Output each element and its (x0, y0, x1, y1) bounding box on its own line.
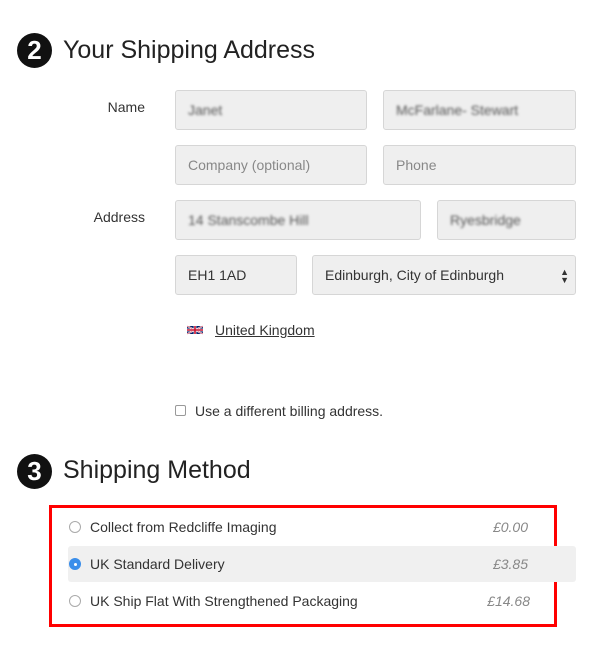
city-input[interactable]: Ryesbridge (437, 200, 576, 240)
street-input[interactable]: 14 Stanscombe Hill (175, 200, 421, 240)
uk-flag-icon (187, 325, 203, 335)
section-title: Shipping Method (63, 456, 251, 484)
radio-button[interactable] (69, 521, 81, 533)
first-name-input[interactable]: Janet (175, 90, 367, 130)
option-price: £3.85 (492, 556, 528, 572)
first-name-value: Janet (188, 102, 223, 118)
select-arrows-icon: ▲ ▼ (560, 267, 569, 285)
option-price: £14.68 (487, 593, 530, 609)
step-number-badge: 3 (17, 454, 52, 489)
address-label: Address (93, 209, 145, 225)
city-value: Ryesbridge (450, 212, 521, 228)
company-placeholder: Company (optional) (188, 157, 311, 173)
country-link[interactable]: United Kingdom (215, 322, 315, 338)
postcode-input[interactable]: EH1 1AD (175, 255, 297, 295)
radio-button[interactable] (69, 595, 81, 607)
option-label: UK Ship Flat With Strengthened Packaging (90, 593, 358, 609)
postcode-value: EH1 1AD (188, 267, 247, 283)
billing-checkbox-label: Use a different billing address. (195, 403, 384, 419)
phone-placeholder: Phone (396, 157, 437, 173)
section-title: Your Shipping Address (63, 36, 316, 64)
last-name-value: McFarlane- Stewart (396, 102, 519, 118)
street-value: 14 Stanscombe Hill (188, 212, 309, 228)
option-label: Collect from Redcliffe Imaging (90, 519, 277, 535)
region-select[interactable]: Edinburgh, City of Edinburgh ▲ ▼ (312, 255, 576, 295)
option-label: UK Standard Delivery (90, 556, 225, 572)
region-value: Edinburgh, City of Edinburgh (325, 267, 504, 283)
phone-input[interactable]: Phone (383, 145, 576, 185)
billing-checkbox[interactable] (175, 405, 186, 416)
shipping-option[interactable]: Collect from Redcliffe Imaging £0.00 (68, 509, 576, 545)
shipping-option[interactable]: UK Standard Delivery £3.85 (68, 546, 576, 582)
step-number-badge: 2 (17, 33, 52, 68)
option-price: £0.00 (492, 519, 528, 535)
radio-button-selected[interactable] (69, 558, 81, 570)
last-name-input[interactable]: McFarlane- Stewart (383, 90, 576, 130)
name-label: Name (107, 99, 145, 115)
shipping-option[interactable]: UK Ship Flat With Strengthened Packaging… (68, 583, 576, 619)
company-input[interactable]: Company (optional) (175, 145, 367, 185)
